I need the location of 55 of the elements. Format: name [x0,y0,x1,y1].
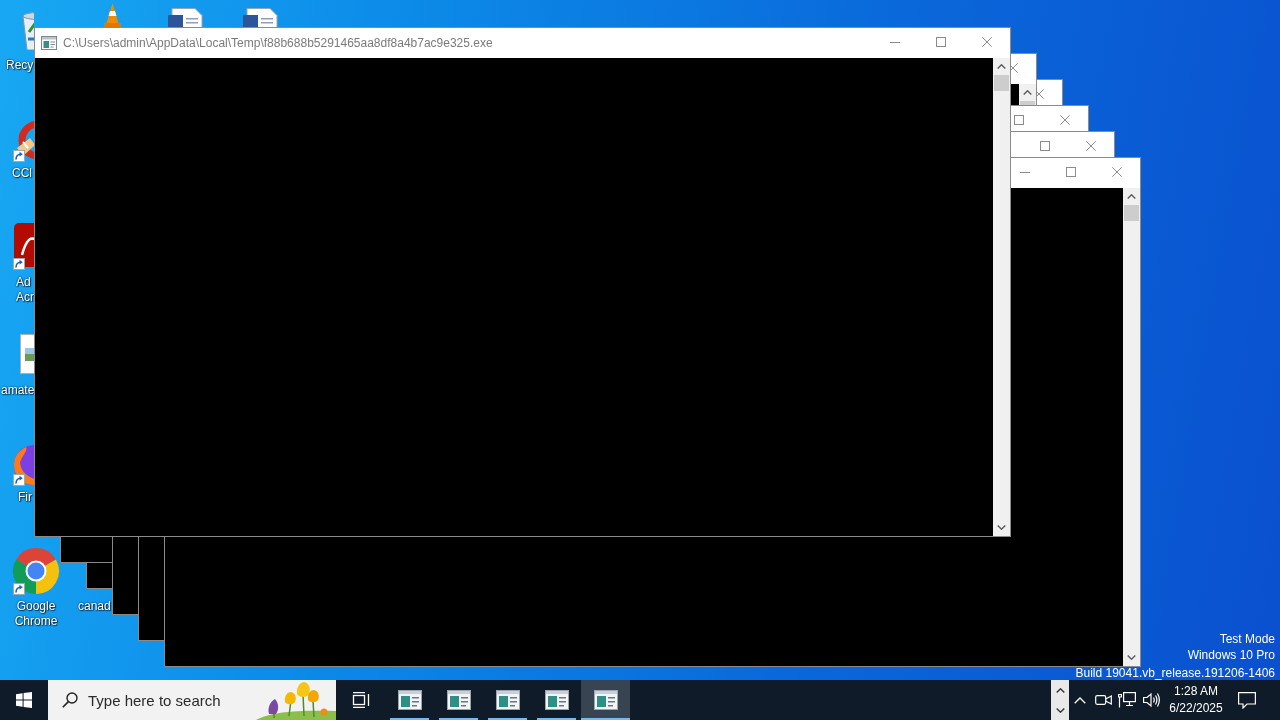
icon-label[interactable]: Fir [18,490,32,505]
search-field[interactable]: Type here to search [88,688,256,712]
speaker-icon [1142,692,1160,708]
network-icon [1118,692,1136,708]
maximize-icon [936,37,946,47]
taskbar-app-button[interactable] [581,680,630,720]
icon-label[interactable]: CCl [12,166,32,181]
system-notice-text: Test Mode [1219,631,1275,647]
minimize-icon [890,41,900,43]
chevron-up-icon [1023,90,1032,95]
clock-button[interactable]: 1:28 AM 6/22/2025 [1163,680,1229,720]
chevron-down-icon [997,525,1006,530]
maximize-icon [1066,167,1076,177]
chevron-up-icon [1074,696,1086,704]
app-window-icon [593,690,618,710]
app-window-icon [397,690,422,710]
scrollbar-thumb[interactable] [1124,205,1139,221]
traffic-cone-icon[interactable] [104,3,121,27]
close-icon [1060,115,1070,125]
scrollbar[interactable] [1123,188,1140,666]
document-icon[interactable] [168,8,205,27]
app-window-icon [495,690,520,710]
icon-label[interactable]: amate [1,383,35,398]
scrollbar[interactable] [993,58,1010,536]
system-notice-text: Windows 10 Pro [1187,647,1275,663]
minimize-icon [1020,171,1030,173]
search-icon [62,692,78,708]
window-title: C:\Users\admin\AppData\Local\Temp\f88b688b5291465aa8df8a4b7ac9e325.exe [63,36,493,50]
video-camera-icon [1094,693,1112,707]
search-box[interactable]: Type here to search [48,680,336,720]
close-icon [1112,167,1122,177]
scrollbar-thumb[interactable] [994,75,1009,91]
windows-logo-icon [16,692,32,708]
icon-label[interactable]: Recy [6,58,34,73]
chevron-down-icon [1127,655,1136,660]
icon-label[interactable]: canad [78,599,111,614]
speech-bubble-icon [1238,691,1256,709]
close-icon [1086,141,1096,151]
caret-down-icon [1055,707,1065,713]
app-window-icon [544,690,569,710]
caret-up-icon [1055,687,1065,693]
document-icon[interactable] [243,8,280,27]
icon-label[interactable]: Ad Acr [16,275,34,305]
close-icon [982,37,992,47]
chrome-icon[interactable] [12,547,60,595]
icon-label[interactable]: Google Chrome [0,599,72,629]
chevron-up-icon [1127,194,1136,199]
chevron-up-icon [997,64,1006,69]
task-view-icon [351,692,370,708]
app-window-icon [446,690,471,710]
console-app-icon [41,36,57,50]
system-notice-text: Build 19041.vb_release.191206-1406 [1075,666,1275,680]
image-file-icon[interactable] [20,334,34,374]
maximize-icon [1014,115,1024,125]
maximize-icon [1040,141,1050,151]
